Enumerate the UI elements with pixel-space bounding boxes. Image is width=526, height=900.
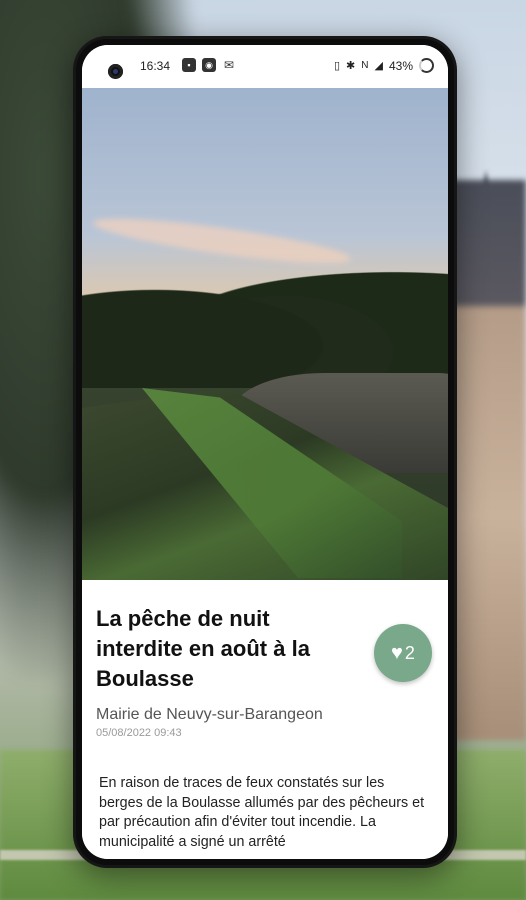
mail-icon: ✉ (223, 58, 235, 72)
article-date: 05/08/2022 09:43 (96, 727, 182, 739)
notification-icon: ▪ (182, 58, 196, 72)
article-title: La pêche de nuit interdite en août à la … (96, 606, 310, 691)
vibrate-icon: ▯ (333, 60, 341, 72)
background-church (446, 180, 526, 740)
article-author[interactable]: Mairie de Neuvy-sur-Barangeon (96, 706, 323, 724)
android-icon: ◉ (202, 58, 216, 72)
status-notification-icons: ▪ ◉ ✉ (182, 58, 236, 72)
status-bar: 16:34 ▪ ◉ ✉ ▯ ✱ N ◢ 43% (82, 45, 448, 85)
like-count: 2 (404, 642, 415, 663)
article-body: En raison de traces de feux constatés su… (99, 775, 425, 850)
battery-percentage: 43% (388, 58, 413, 73)
article-photo (82, 88, 448, 580)
like-button[interactable]: ♥ 2 (374, 624, 432, 682)
status-time: 16:34 (140, 59, 171, 73)
battery-icon (419, 58, 434, 73)
signal-icon: ◢ (374, 60, 383, 72)
status-system-icons: ▯ ✱ N ◢ 43% (334, 58, 434, 73)
bluetooth-icon: ✱ (346, 60, 356, 72)
heart-icon: ♥ (391, 642, 403, 664)
photo-trees (82, 248, 448, 388)
phone-screen: 16:34 ▪ ◉ ✉ ▯ ✱ N ◢ 43% La pêche de nuit… (82, 45, 448, 859)
front-camera (108, 64, 123, 79)
phone-frame: 16:34 ▪ ◉ ✉ ▯ ✱ N ◢ 43% La pêche de nuit… (73, 36, 457, 868)
nfc-icon: N (361, 60, 369, 71)
article-content: La pêche de nuit interdite en août à la … (82, 580, 448, 859)
